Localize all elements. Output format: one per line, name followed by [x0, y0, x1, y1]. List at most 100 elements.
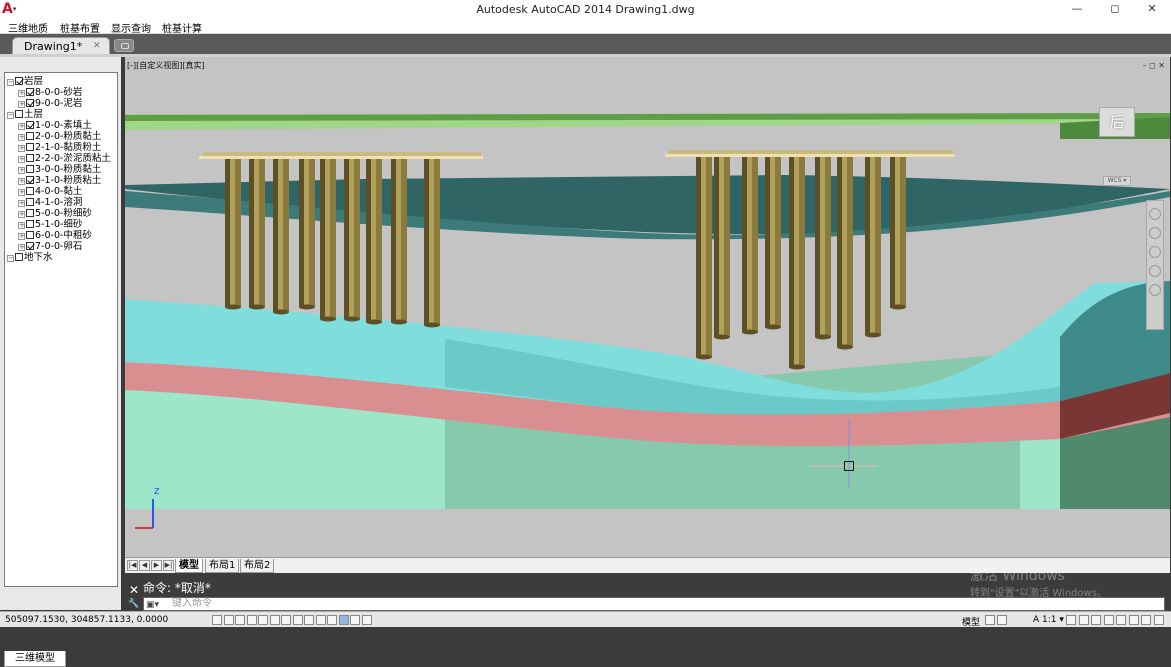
tab-layout2[interactable]: 布局2 — [240, 559, 275, 573]
expand-icon[interactable]: + — [18, 222, 25, 229]
expand-icon[interactable]: − — [7, 79, 14, 86]
tree-group[interactable]: − 岩层 — [7, 76, 43, 87]
tab-3d-model[interactable]: 三维模型 — [4, 651, 66, 667]
layer-checkbox[interactable] — [26, 99, 34, 107]
3d-object-snap-icon[interactable] — [281, 615, 291, 625]
layer-checkbox[interactable] — [26, 132, 34, 140]
close-icon[interactable]: ✕ — [129, 583, 139, 597]
status-menu-icon[interactable] — [1141, 615, 1151, 625]
object-snap-tracking-icon[interactable] — [292, 615, 303, 625]
tree-group[interactable]: − 地下水 — [7, 252, 53, 263]
tree-item[interactable]: +3-1-0-粉质粘土 — [18, 175, 101, 186]
menu-geology-3d[interactable]: 三维地质 — [8, 20, 48, 35]
expand-icon[interactable]: + — [18, 178, 25, 185]
next-layout-icon[interactable]: ▶ — [151, 560, 162, 571]
tree-item[interactable]: +4-0-0-黏土 — [18, 186, 82, 197]
layer-checkbox[interactable] — [15, 77, 23, 85]
tab-model[interactable]: 模型 — [175, 559, 203, 573]
menu-display-query[interactable]: 显示查询 — [111, 20, 151, 35]
layer-checkbox[interactable] — [26, 231, 34, 239]
prev-layout-icon[interactable]: ◀ — [139, 560, 150, 571]
annotation-visibility-icon[interactable] — [1066, 615, 1076, 625]
polar-tracking-icon[interactable] — [258, 615, 268, 625]
expand-icon[interactable]: − — [7, 112, 14, 119]
command-prompt-icon[interactable]: ▣▾ — [146, 599, 159, 611]
infer-constraints-icon[interactable] — [212, 615, 222, 625]
tree-item[interactable]: +9-0-0-泥岩 — [18, 98, 82, 109]
maximize-icon[interactable]: ◻ — [1097, 0, 1133, 19]
tree-item[interactable]: +1-0-0-素填土 — [18, 120, 92, 131]
quick-view-layouts-icon[interactable] — [985, 615, 995, 625]
layer-checkbox[interactable] — [15, 110, 23, 118]
close-icon[interactable]: ✕ — [1134, 0, 1170, 19]
dynamic-input-icon[interactable] — [315, 615, 326, 625]
selection-cycling-icon[interactable] — [361, 615, 372, 625]
expand-icon[interactable]: − — [7, 255, 14, 262]
layer-checkbox[interactable] — [26, 121, 34, 129]
layer-checkbox[interactable] — [26, 154, 34, 162]
clean-screen-icon[interactable] — [1153, 615, 1164, 625]
ortho-mode-icon[interactable] — [246, 615, 257, 625]
layer-checkbox[interactable] — [26, 209, 34, 217]
layer-checkbox[interactable] — [26, 165, 34, 173]
auto-scale-icon[interactable] — [1078, 615, 1089, 625]
new-drawing-tab-button[interactable] — [114, 39, 134, 52]
workspace-switching-icon[interactable] — [1091, 615, 1101, 625]
layer-checkbox[interactable] — [26, 88, 34, 96]
tree-item[interactable]: +2-2-0-淤泥质粘土 — [18, 153, 111, 164]
tree-item[interactable]: +7-0-0-卵石 — [18, 241, 82, 252]
expand-icon[interactable]: + — [18, 211, 25, 218]
grid-display-icon[interactable] — [235, 615, 245, 625]
tree-item[interactable]: +5-1-0-细砂 — [18, 219, 82, 230]
layer-checkbox[interactable] — [26, 176, 34, 184]
tree-item[interactable]: +5-0-0-粉细砂 — [18, 208, 92, 219]
expand-icon[interactable]: + — [18, 134, 25, 141]
tree-item[interactable]: +3-0-0-粉质黏土 — [18, 164, 101, 175]
layer-checkbox[interactable] — [15, 253, 23, 261]
annotation-scale[interactable]: A 1:1 ▾ — [1033, 615, 1064, 625]
command-input[interactable]: ▣▾ 键入命令 — [143, 597, 1165, 611]
dynamic-ucs-icon[interactable] — [304, 615, 314, 625]
close-tab-icon[interactable]: ✕ — [93, 41, 101, 51]
expand-icon[interactable]: + — [18, 200, 25, 207]
tree-item[interactable]: +8-0-0-砂岩 — [18, 87, 82, 98]
menu-pile-layout[interactable]: 桩基布置 — [60, 20, 100, 35]
tab-drawing1[interactable]: Drawing1* ✕ — [12, 37, 110, 54]
tree-item[interactable]: +6-0-0-中粗砂 — [18, 230, 92, 241]
last-layout-icon[interactable]: ▶| — [163, 560, 174, 571]
snap-mode-icon[interactable] — [223, 615, 234, 625]
isolate-objects-icon[interactable] — [1128, 615, 1139, 625]
tree-group[interactable]: − 土层 — [7, 109, 43, 120]
expand-icon[interactable]: + — [18, 189, 25, 196]
lineweight-icon[interactable] — [327, 615, 337, 625]
wrench-icon[interactable]: 🔧 — [128, 599, 139, 609]
layer-checkbox[interactable] — [26, 220, 34, 228]
tab-layout1[interactable]: 布局1 — [205, 559, 240, 573]
expand-icon[interactable]: + — [18, 123, 25, 130]
layer-checkbox[interactable] — [26, 143, 34, 151]
expand-icon[interactable]: + — [18, 233, 25, 240]
layer-checkbox[interactable] — [26, 187, 34, 195]
lock-ui-icon[interactable] — [1103, 615, 1114, 625]
expand-icon[interactable]: + — [18, 145, 25, 152]
expand-icon[interactable]: + — [18, 156, 25, 163]
expand-icon[interactable]: + — [18, 244, 25, 251]
transparency-icon[interactable] — [338, 615, 349, 625]
layer-checkbox[interactable] — [26, 242, 34, 250]
drawing-viewport[interactable]: [-][自定义视图][真实] – ◻ ✕ 后 WCS ▾ Z — [125, 57, 1170, 557]
quick-properties-icon[interactable] — [350, 615, 360, 625]
expand-icon[interactable]: + — [18, 90, 25, 97]
quick-view-drawings-icon[interactable] — [997, 615, 1007, 625]
expand-icon[interactable]: + — [18, 101, 25, 108]
model-space-label[interactable]: 模型 — [962, 615, 980, 628]
tree-item[interactable]: +2-1-0-黏质粉土 — [18, 142, 101, 153]
tree-item[interactable]: +4-1-0-溶洞 — [18, 197, 82, 208]
layer-checkbox[interactable] — [26, 198, 34, 206]
minimize-icon[interactable]: — — [1059, 0, 1095, 19]
hardware-acceleration-icon[interactable] — [1116, 615, 1126, 625]
menu-pile-calc[interactable]: 桩基计算 — [162, 20, 202, 35]
expand-icon[interactable]: + — [18, 167, 25, 174]
first-layout-icon[interactable]: |◀ — [127, 560, 138, 571]
object-snap-icon[interactable] — [269, 615, 280, 625]
tree-item[interactable]: +2-0-0-粉质黏土 — [18, 131, 101, 142]
